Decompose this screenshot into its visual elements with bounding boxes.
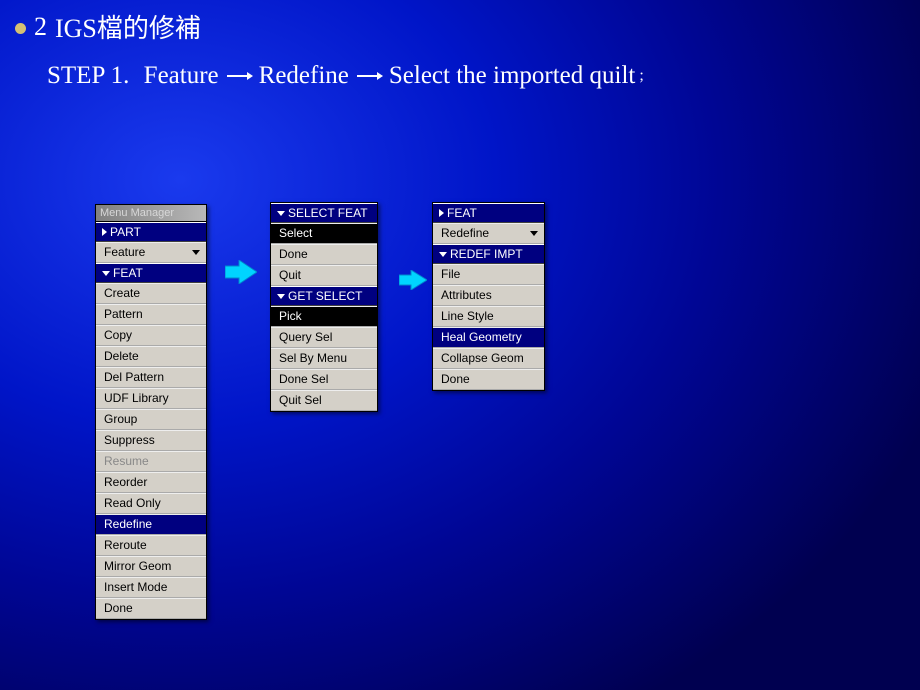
redef-impt-panel: FEAT Redefine REDEF IMPT File Attributes…	[432, 202, 545, 391]
redefine-dropdown[interactable]: Redefine	[433, 223, 544, 244]
select-feat-header[interactable]: SELECT FEAT	[271, 203, 377, 223]
flow-arrow-icon	[225, 260, 257, 289]
menu-manager-panel: Menu Manager PART Feature FEAT Create Pa…	[95, 204, 207, 620]
menu-item-sel-by-menu[interactable]: Sel By Menu	[271, 348, 377, 369]
menu-item-select[interactable]: Select	[271, 223, 377, 244]
menu-item-insert-mode[interactable]: Insert Mode	[96, 577, 206, 598]
menu-item-done[interactable]: Done	[271, 244, 377, 265]
menu-item-suppress[interactable]: Suppress	[96, 430, 206, 451]
menu-item-done-2[interactable]: Done	[433, 369, 544, 390]
menu-item-quit[interactable]: Quit	[271, 265, 377, 286]
menu-item-quit-sel[interactable]: Quit Sel	[271, 390, 377, 411]
redef-impt-header[interactable]: REDEF IMPT	[433, 244, 544, 264]
menu-item-mirror-geom[interactable]: Mirror Geom	[96, 556, 206, 577]
menu-titlebar: Menu Manager	[96, 205, 206, 222]
menu-item-collapse-geom[interactable]: Collapse Geom	[433, 348, 544, 369]
step-line: STEP 1. Feature Redefine Select the impo…	[47, 62, 644, 90]
arrow-right-icon	[225, 69, 253, 83]
menu-item-query-sel[interactable]: Query Sel	[271, 327, 377, 348]
menu-item-heal-geometry[interactable]: Heal Geometry	[433, 327, 544, 348]
menu-item-udf-library[interactable]: UDF Library	[96, 388, 206, 409]
title-number: 2	[34, 12, 47, 42]
feature-dropdown[interactable]: Feature	[96, 242, 206, 263]
menu-item-file[interactable]: File	[433, 264, 544, 285]
select-feat-panel: SELECT FEAT Select Done Quit GET SELECT …	[270, 202, 378, 412]
menu-item-line-style[interactable]: Line Style	[433, 306, 544, 327]
step-label: STEP 1.	[47, 62, 129, 90]
slide-title: 2 IGS檔的修補	[15, 8, 201, 45]
get-select-header[interactable]: GET SELECT	[271, 286, 377, 306]
step-part-2: Redefine	[259, 62, 349, 90]
feat-header[interactable]: FEAT	[96, 263, 206, 283]
step-suffix: ;	[639, 67, 643, 85]
bullet-icon	[15, 23, 26, 34]
menu-item-create[interactable]: Create	[96, 283, 206, 304]
menu-item-reroute[interactable]: Reroute	[96, 535, 206, 556]
menu-item-attributes[interactable]: Attributes	[433, 285, 544, 306]
flow-arrow-icon	[399, 270, 427, 295]
menu-item-del-pattern[interactable]: Del Pattern	[96, 367, 206, 388]
menu-item-group[interactable]: Group	[96, 409, 206, 430]
arrow-right-icon	[355, 69, 383, 83]
part-header[interactable]: PART	[96, 222, 206, 242]
step-part-3: Select the imported quilt	[389, 62, 635, 90]
step-part-1: Feature	[144, 62, 219, 90]
menu-item-pattern[interactable]: Pattern	[96, 304, 206, 325]
feat-header-2[interactable]: FEAT	[433, 203, 544, 223]
menu-item-reorder[interactable]: Reorder	[96, 472, 206, 493]
menu-item-done-sel[interactable]: Done Sel	[271, 369, 377, 390]
menu-item-read-only[interactable]: Read Only	[96, 493, 206, 514]
menu-item-copy[interactable]: Copy	[96, 325, 206, 346]
menu-item-done[interactable]: Done	[96, 598, 206, 619]
menu-item-redefine[interactable]: Redefine	[96, 514, 206, 535]
title-text: IGS檔的修補	[55, 8, 201, 45]
menu-item-delete[interactable]: Delete	[96, 346, 206, 367]
menu-item-pick[interactable]: Pick	[271, 306, 377, 327]
menu-item-resume: Resume	[96, 451, 206, 472]
